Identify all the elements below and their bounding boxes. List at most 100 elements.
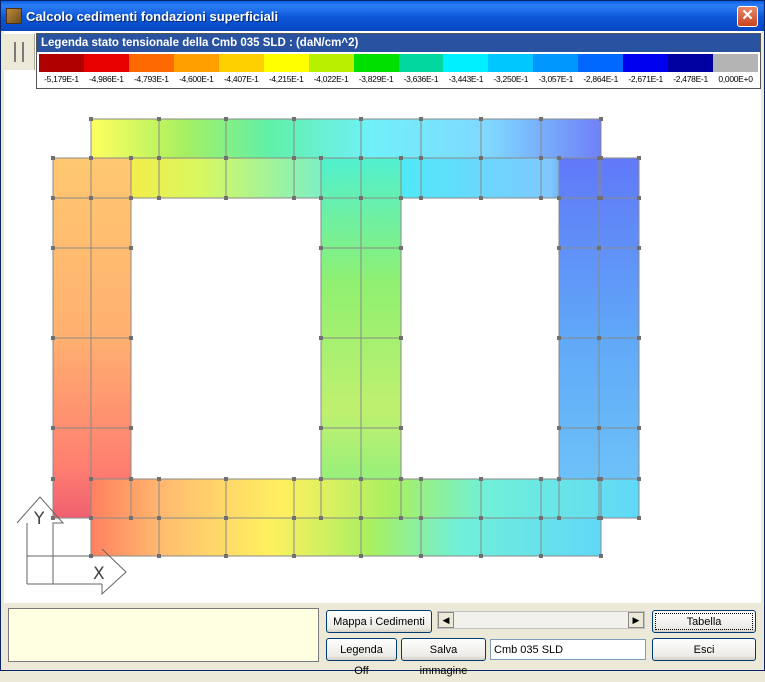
mesh-node	[157, 156, 161, 160]
mesh-node	[319, 477, 323, 481]
legend-swatch	[668, 54, 714, 72]
horizontal-scrollbar[interactable]: ◀ ▶	[437, 611, 645, 629]
beam-bottom-lower	[91, 518, 601, 556]
close-button[interactable]: ✕	[737, 6, 758, 27]
legend-swatch	[578, 54, 624, 72]
combination-field[interactable]	[490, 639, 646, 660]
legend-swatch	[398, 54, 444, 72]
mesh-node	[419, 117, 423, 121]
mesh-node	[597, 426, 601, 430]
legend-label: -3,443E-1	[448, 74, 484, 84]
mesh-node	[51, 426, 55, 430]
mesh-node	[224, 477, 228, 481]
mesh-node	[319, 336, 323, 340]
legend-label: -2,478E-1	[673, 74, 708, 84]
info-box	[8, 608, 319, 662]
legend-label: -4,407E-1	[223, 74, 259, 84]
mesh-node	[359, 156, 363, 160]
mesh-node	[319, 246, 323, 250]
scroll-left-arrow-icon[interactable]: ◀	[438, 612, 454, 628]
mesh-node	[129, 426, 133, 430]
legend-label: -4,215E-1	[268, 74, 304, 84]
mesh-node	[557, 196, 561, 200]
beam-bottom-upper	[91, 479, 639, 518]
mesh-node	[637, 477, 641, 481]
legend-label: 0,000E+0	[718, 74, 753, 84]
mesh-node	[399, 477, 403, 481]
mesh-node	[399, 336, 403, 340]
bottom-panel: Mappa i Cedimenti ◀ ▶ Tabella Legenda Of…	[1, 603, 764, 677]
mesh-node	[637, 156, 641, 160]
save-image-button[interactable]: Salva immagine	[401, 638, 486, 677]
legend-label: -4,600E-1	[178, 74, 214, 84]
mesh-node	[89, 516, 93, 520]
mesh-node	[157, 196, 161, 200]
mesh-node	[51, 156, 55, 160]
mesh-node	[399, 246, 403, 250]
app-icon	[6, 8, 22, 24]
legend-swatch	[713, 54, 758, 72]
mesh-node	[157, 117, 161, 121]
legend-swatch	[353, 54, 399, 72]
legend-color-scale	[39, 54, 758, 72]
scroll-right-arrow-icon[interactable]: ▶	[628, 612, 644, 628]
mesh-node	[129, 196, 133, 200]
mesh-node	[597, 196, 601, 200]
table-button[interactable]: Tabella	[652, 610, 756, 633]
legend-off-button[interactable]: Legenda Off	[326, 638, 397, 677]
mesh-node	[637, 246, 641, 250]
mesh-node	[539, 554, 543, 558]
mesh-node	[479, 156, 483, 160]
toolbar-grip[interactable]	[4, 34, 35, 70]
main-window: Calcolo cedimenti fondazioni superficial…	[0, 0, 765, 677]
legend-swatch	[533, 54, 579, 72]
mesh-node	[637, 516, 641, 520]
mesh-node	[224, 117, 228, 121]
legend-label: -4,986E-1	[89, 74, 124, 84]
exit-button[interactable]: Esci	[652, 638, 756, 661]
mesh-node	[419, 477, 423, 481]
legend-swatch	[308, 54, 354, 72]
mesh-node	[129, 516, 133, 520]
stress-map-canvas: Y X Legenda stato tensionale della Cmb 0…	[4, 31, 761, 603]
mesh-node	[359, 196, 363, 200]
mesh-node	[597, 246, 601, 250]
mesh-node	[224, 156, 228, 160]
mesh-node	[539, 117, 543, 121]
mesh-node	[419, 156, 423, 160]
mesh-node	[224, 554, 228, 558]
legend-title: Legenda stato tensionale della Cmb 035 S…	[37, 34, 760, 52]
mesh-node	[399, 426, 403, 430]
mesh-node	[557, 477, 561, 481]
legend-swatch	[263, 54, 309, 72]
mesh-node	[399, 156, 403, 160]
legend-value-labels: -5,179E-1 -4,986E-1 -4,793E-1 -4,600E-1 -4,4…	[39, 73, 758, 85]
mesh-node	[539, 516, 543, 520]
window-title: Calcolo cedimenti fondazioni superficial…	[26, 9, 279, 24]
mesh-node	[359, 117, 363, 121]
mesh-node	[319, 156, 323, 160]
mesh-node	[557, 246, 561, 250]
mesh-node	[129, 336, 133, 340]
mesh-node	[292, 477, 296, 481]
map-settlements-button[interactable]: Mappa i Cedimenti	[326, 610, 432, 633]
legend-label: -4,793E-1	[134, 74, 169, 84]
mesh-node	[399, 516, 403, 520]
mesh-node	[319, 426, 323, 430]
mesh-node	[539, 196, 543, 200]
title-bar[interactable]: Calcolo cedimenti fondazioni superficial…	[1, 1, 764, 31]
legend-swatch	[488, 54, 534, 72]
mesh-node	[51, 477, 55, 481]
mesh-node	[224, 196, 228, 200]
mesh-node	[399, 196, 403, 200]
legend-swatch	[173, 54, 219, 72]
mesh-node	[637, 336, 641, 340]
mesh-node	[319, 516, 323, 520]
foundation-map: Y X	[16, 117, 641, 596]
mesh-node	[89, 477, 93, 481]
mesh-node	[637, 196, 641, 200]
mesh-node	[479, 554, 483, 558]
legend-label: -2,864E-1	[583, 74, 619, 84]
mesh-node	[292, 156, 296, 160]
legend-label: -3,829E-1	[358, 74, 394, 84]
